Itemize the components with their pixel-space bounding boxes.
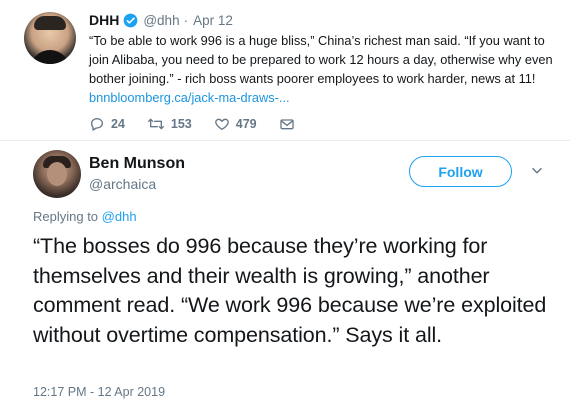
retweet-icon — [147, 118, 164, 130]
avatar-hair — [34, 16, 66, 30]
follow-button[interactable]: Follow — [409, 156, 512, 187]
replying-to-mention[interactable]: @dhh — [102, 209, 137, 224]
tweet-timestamp[interactable]: 12:17 PM - 12 Apr 2019 — [33, 385, 165, 399]
avatar-face — [47, 162, 67, 186]
reply-icon — [91, 118, 103, 131]
avatar-shirt — [30, 50, 70, 64]
quoted-tweet-body: “To be able to work 996 is a huge bliss,… — [89, 33, 553, 86]
like-count: 479 — [235, 117, 257, 131]
retweet-count: 153 — [170, 117, 192, 131]
quoted-tweet-link[interactable]: bnnbloomberg.ca/jack-ma-draws-... — [89, 90, 290, 105]
direct-message-button[interactable] — [279, 116, 301, 132]
tweet-divider — [0, 140, 570, 141]
retweet-button[interactable]: 153 — [147, 116, 192, 132]
author-avatar[interactable] — [33, 150, 81, 198]
quoted-author-name[interactable]: DHH — [89, 12, 119, 28]
tweet-text: “The bosses do 996 because they’re worki… — [33, 234, 547, 347]
quoted-author-handle[interactable]: @dhh — [143, 13, 179, 28]
quoted-tweet-header: DHH @dhh · Apr 12 — [89, 11, 233, 29]
heart-icon — [214, 118, 229, 130]
envelope-icon — [279, 119, 294, 130]
like-button[interactable]: 479 — [214, 116, 257, 132]
quoted-tweet-action-bar: 24 153 479 — [89, 115, 323, 133]
reply-count: 24 — [111, 117, 125, 131]
replying-to-label: Replying to — [33, 209, 102, 224]
quoted-tweet-date[interactable]: Apr 12 — [193, 13, 233, 28]
author-handle[interactable]: @archaica — [89, 176, 156, 192]
verified-badge-icon — [123, 13, 138, 27]
author-name[interactable]: Ben Munson — [89, 155, 185, 173]
reply-button[interactable]: 24 — [89, 116, 125, 132]
separator-dot: · — [183, 12, 189, 28]
reply-context: Replying to @dhh — [33, 209, 137, 224]
chevron-down-icon[interactable] — [530, 164, 544, 178]
quoted-author-avatar[interactable] — [24, 12, 76, 64]
quoted-tweet-text: “To be able to work 996 is a huge bliss,… — [89, 31, 555, 107]
